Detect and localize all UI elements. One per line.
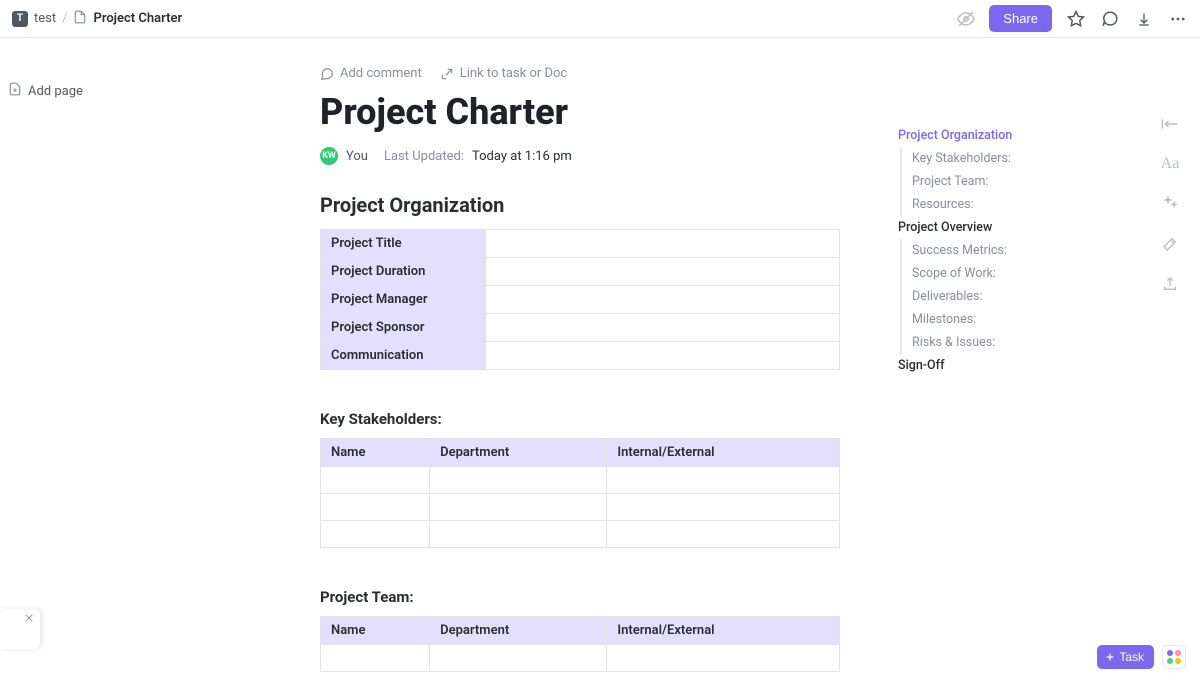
breadcrumb-doc-title[interactable]: Project Charter — [93, 11, 182, 26]
document-body[interactable]: Project Organization Project Title Proje… — [320, 193, 840, 672]
col-header[interactable]: Name — [321, 617, 430, 645]
toc-item[interactable]: Resources: — [900, 193, 1098, 216]
left-sidebar: Add page — [0, 38, 100, 683]
table-row — [321, 521, 840, 548]
new-task-button[interactable]: Task — [1097, 645, 1154, 669]
doc-inline-actions: Add comment Link to task or Doc — [320, 66, 1200, 81]
share-button[interactable]: Share — [989, 5, 1052, 32]
add-page-label: Add page — [28, 84, 83, 99]
toc-item[interactable]: Project Team: — [900, 170, 1098, 193]
topbar: T test / Project Charter Share — [0, 0, 1200, 38]
col-header[interactable]: Department — [430, 617, 607, 645]
add-comment-label: Add comment — [340, 66, 422, 81]
toc-item[interactable]: Deliverables: — [900, 285, 1098, 308]
breadcrumb: T test / Project Charter — [12, 10, 182, 28]
col-header[interactable]: Name — [321, 439, 430, 467]
comment-icon[interactable] — [1100, 9, 1120, 29]
table-row — [321, 467, 840, 494]
toc-item[interactable]: Milestones: — [900, 308, 1098, 331]
collapse-icon[interactable] — [1160, 114, 1180, 134]
org-key[interactable]: Project Sponsor — [321, 314, 486, 342]
link-task-label: Link to task or Doc — [460, 66, 568, 81]
add-comment-action[interactable]: Add comment — [320, 66, 422, 81]
toc-item[interactable]: Risks & Issues: — [900, 331, 1098, 354]
section-key-stakeholders: Key Stakeholders: — [320, 410, 840, 428]
table-row: Project Manager — [321, 286, 840, 314]
topbar-actions: Share — [957, 5, 1188, 32]
workspace-badge[interactable]: T — [12, 11, 28, 27]
updated-time: Today at 1:16 pm — [472, 149, 572, 164]
org-key[interactable]: Communication — [321, 342, 486, 370]
breadcrumb-separator: / — [62, 11, 67, 26]
table-row — [321, 645, 840, 672]
section-project-organization: Project Organization — [320, 193, 840, 217]
more-icon[interactable] — [1168, 9, 1188, 29]
table-row: Communication — [321, 342, 840, 370]
document-icon — [73, 10, 87, 28]
table-row: Project Sponsor — [321, 314, 840, 342]
export-icon[interactable] — [1160, 274, 1180, 294]
org-val[interactable] — [486, 314, 840, 342]
org-key[interactable]: Project Manager — [321, 286, 486, 314]
panel-close-button[interactable] — [0, 609, 40, 649]
org-val[interactable] — [486, 258, 840, 286]
table-row: Project Duration — [321, 258, 840, 286]
add-page-button[interactable]: Add page — [8, 82, 100, 100]
section-project-team: Project Team: — [320, 588, 840, 606]
apps-button[interactable] — [1162, 645, 1186, 669]
table-row: Project Title — [321, 230, 840, 258]
workspace-name[interactable]: test — [34, 11, 56, 26]
org-val[interactable] — [486, 230, 840, 258]
avatar[interactable]: KW — [320, 147, 338, 165]
star-icon[interactable] — [1066, 9, 1086, 29]
close-icon — [24, 613, 34, 623]
toc-item[interactable]: Key Stakeholders: — [900, 147, 1098, 170]
typography-icon[interactable]: Aa — [1160, 154, 1180, 174]
updated-label: Last Updated: — [384, 149, 464, 164]
project-team-table[interactable]: Name Department Internal/External — [320, 616, 840, 672]
author-name: You — [346, 149, 368, 164]
table-row — [321, 494, 840, 521]
org-key[interactable]: Project Title — [321, 230, 486, 258]
stakeholders-table[interactable]: Name Department Internal/External — [320, 438, 840, 548]
import-icon[interactable] — [1134, 9, 1154, 29]
col-header[interactable]: Internal/External — [607, 617, 840, 645]
bottom-right-actions: Task — [1097, 645, 1186, 669]
col-header[interactable]: Department — [430, 439, 607, 467]
link-task-action[interactable]: Link to task or Doc — [440, 66, 568, 81]
col-header[interactable]: Internal/External — [607, 439, 840, 467]
right-rail: Aa — [1160, 114, 1180, 294]
toc-item[interactable]: Success Metrics: — [900, 239, 1098, 262]
toc-item[interactable]: Project Organization — [898, 124, 1098, 147]
org-val[interactable] — [486, 342, 840, 370]
org-key[interactable]: Project Duration — [321, 258, 486, 286]
toc-item[interactable]: Sign-Off — [898, 354, 1098, 377]
toc-item[interactable]: Project Overview — [898, 216, 1098, 239]
project-organization-table[interactable]: Project Title Project Duration Project M… — [320, 229, 840, 370]
wand-icon[interactable] — [1160, 234, 1180, 254]
add-page-icon — [8, 82, 22, 100]
org-val[interactable] — [486, 286, 840, 314]
toc-item[interactable]: Scope of Work: — [900, 262, 1098, 285]
plus-icon — [1105, 652, 1115, 662]
task-label: Task — [1119, 650, 1144, 664]
table-of-contents: Project Organization Key Stakeholders: P… — [898, 124, 1098, 377]
visibility-icon[interactable] — [957, 10, 975, 28]
ai-icon[interactable] — [1160, 194, 1180, 214]
